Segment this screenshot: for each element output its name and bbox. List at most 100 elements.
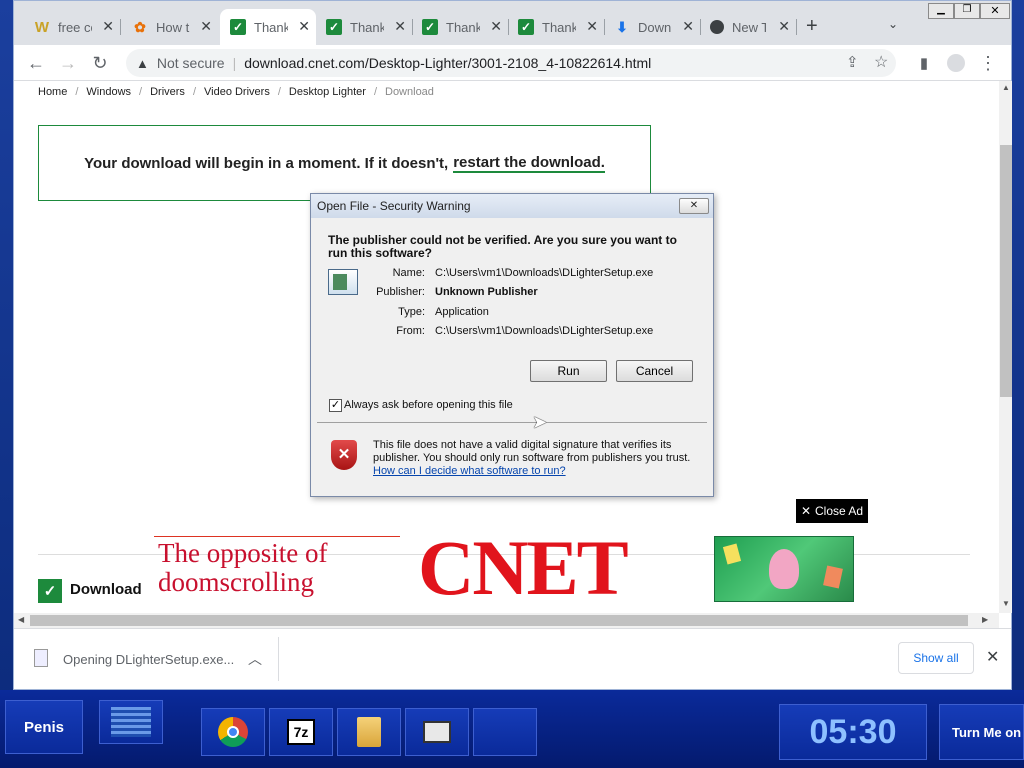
tab-search-chevron-icon[interactable]: ⌄: [888, 17, 898, 31]
security-label: Not secure: [156, 55, 225, 71]
warning-icon[interactable]: ▲: [136, 56, 149, 71]
breadcrumb-video-drivers[interactable]: Video Drivers: [204, 86, 270, 98]
breadcrumb: Home / Windows / Drivers / Video Drivers / D…: [38, 86, 434, 98]
cnet-icon: ✓: [422, 19, 438, 35]
reload-icon[interactable]: ↻: [88, 51, 112, 75]
profile-avatar-icon[interactable]: [944, 51, 968, 75]
vertical-scrollbar[interactable]: ▲ ▼: [999, 81, 1012, 613]
security-warning-dialog: Open File - Security Warning ✕ The publi…: [310, 193, 714, 497]
download-message-box: Your download will begin in a moment. If…: [38, 125, 651, 201]
scroll-up-arrow-icon[interactable]: ▲: [1002, 83, 1010, 92]
dialog-question: The publisher could not be verified. Are…: [328, 233, 677, 260]
dialog-divider: [317, 422, 707, 423]
side-panel-icon[interactable]: ▮: [912, 51, 936, 75]
close-ad-button[interactable]: ✕ Close Ad: [796, 499, 868, 523]
from-value: C:\Users\vm1\Downloads\DLighterSetup.exe: [435, 325, 654, 337]
dialog-close-button[interactable]: ✕: [679, 198, 709, 214]
tab-5[interactable]: ✓ Thank ✕: [412, 9, 509, 45]
window-icon: [423, 721, 451, 743]
cnet-ad-logo[interactable]: CNET: [418, 529, 698, 607]
cnet-icon: ✓: [326, 19, 342, 35]
close-icon[interactable]: ✕: [200, 18, 212, 35]
breadcrumb-drivers[interactable]: Drivers: [150, 86, 185, 98]
always-ask-checkbox[interactable]: ✓: [329, 399, 342, 412]
close-icon[interactable]: ✕: [986, 647, 999, 667]
address-bar[interactable]: ▲ Not secure | download.cnet.com/Desktop…: [126, 49, 896, 77]
download-divider: [278, 637, 279, 681]
breadcrumb-download: Download: [385, 86, 434, 98]
ad-illustration[interactable]: [714, 536, 854, 602]
chevron-up-icon[interactable]: ︿: [248, 649, 262, 669]
tab-2[interactable]: ✿ How t ✕: [122, 9, 218, 45]
forward-arrow-icon[interactable]: →: [56, 51, 80, 75]
7zip-icon: 7z: [287, 719, 315, 745]
file-icon: [34, 649, 48, 667]
tab-label: Thank: [542, 19, 576, 35]
tab-6[interactable]: ✓ Thank ✕: [508, 9, 605, 45]
help-link[interactable]: How can I decide what software to run?: [373, 465, 566, 477]
menu-kebab-icon[interactable]: ⋮: [976, 51, 1000, 75]
taskbar: Penis 7z 05:30 Turn Me on: [0, 690, 1024, 768]
taskbar-file-explorer[interactable]: [337, 708, 401, 756]
tab-strip: W free co ✕ ✿ How t ✕ ✓ Thank ✕ ✓ Thank …: [14, 1, 1011, 45]
show-all-button[interactable]: Show all: [898, 642, 974, 674]
start-button[interactable]: Penis: [5, 700, 83, 754]
tab-8[interactable]: New T ✕: [700, 9, 797, 45]
taskbar-app-1[interactable]: [99, 700, 163, 744]
shield-warning-icon: ✕: [331, 440, 357, 470]
horizontal-scroll-thumb[interactable]: [30, 615, 968, 626]
maximize-button[interactable]: ❐: [954, 3, 980, 19]
taskbar-empty-slot[interactable]: [473, 708, 537, 756]
taskbar-window[interactable]: [405, 708, 469, 756]
tab-1[interactable]: W free co ✕: [24, 9, 121, 45]
puzzle-icon: ✿: [134, 18, 146, 35]
breadcrumb-desktop-lighter[interactable]: Desktop Lighter: [289, 86, 366, 98]
dialog-titlebar: Open File - Security Warning ✕: [311, 194, 713, 218]
scroll-down-arrow-icon[interactable]: ▼: [1002, 599, 1010, 608]
star-icon[interactable]: ☆: [874, 52, 888, 72]
scroll-left-arrow-icon[interactable]: ◀: [18, 615, 24, 624]
minimize-button[interactable]: ▁: [928, 3, 954, 19]
taskbar-chrome[interactable]: [201, 708, 265, 756]
tab-7[interactable]: ⬇ Down ✕: [604, 9, 701, 45]
run-button[interactable]: Run: [530, 360, 607, 382]
tab-label: Thank: [446, 19, 480, 35]
mouse-cursor-icon: ➤: [532, 412, 548, 432]
vertical-scroll-thumb[interactable]: [1000, 145, 1012, 397]
clock: 05:30: [779, 704, 927, 760]
ad-tagline[interactable]: The opposite of doomscrolling: [158, 539, 327, 597]
restart-download-link[interactable]: restart the download.: [453, 154, 605, 173]
cancel-button[interactable]: Cancel: [616, 360, 693, 382]
close-icon[interactable]: ✕: [682, 18, 694, 35]
download-item-label[interactable]: Opening DLighterSetup.exe...: [63, 652, 234, 667]
ad-rule: [154, 536, 400, 537]
tab-label: Thank: [254, 19, 288, 35]
close-icon[interactable]: ✕: [298, 18, 310, 35]
chrome-icon: [710, 20, 724, 34]
scroll-right-arrow-icon[interactable]: ▶: [982, 615, 988, 624]
close-icon[interactable]: ✕: [778, 18, 790, 35]
horizontal-scrollbar[interactable]: ◀ ▶: [14, 613, 999, 628]
name-label: Name:: [392, 267, 425, 279]
tab-3[interactable]: ✓ Thank ✕: [220, 9, 316, 45]
new-tab-plus-icon[interactable]: +: [806, 15, 818, 38]
close-icon[interactable]: ✕: [394, 18, 406, 35]
close-icon[interactable]: ✕: [102, 18, 114, 35]
tab-4[interactable]: ✓ Thank ✕: [316, 9, 413, 45]
type-label: Type:: [398, 306, 425, 318]
close-icon: ✕: [800, 504, 812, 518]
taskbar-7zip[interactable]: 7z: [269, 708, 333, 756]
close-icon[interactable]: ✕: [490, 18, 502, 35]
publisher-value: Unknown Publisher: [435, 286, 538, 298]
breadcrumb-windows[interactable]: Windows: [86, 86, 131, 98]
back-arrow-icon[interactable]: ←: [24, 51, 48, 75]
type-value: Application: [435, 306, 489, 318]
breadcrumb-home[interactable]: Home: [38, 86, 67, 98]
turn-me-on-button[interactable]: Turn Me on: [939, 704, 1024, 760]
share-icon[interactable]: ⇪: [846, 53, 859, 71]
close-icon[interactable]: ✕: [586, 18, 598, 35]
download-bar: Opening DLighterSetup.exe... ︿ Show all …: [14, 628, 1011, 689]
window-close-button[interactable]: ✕: [980, 3, 1010, 19]
folder-icon: [357, 717, 381, 747]
always-ask-label[interactable]: Always ask before opening this file: [344, 399, 513, 411]
